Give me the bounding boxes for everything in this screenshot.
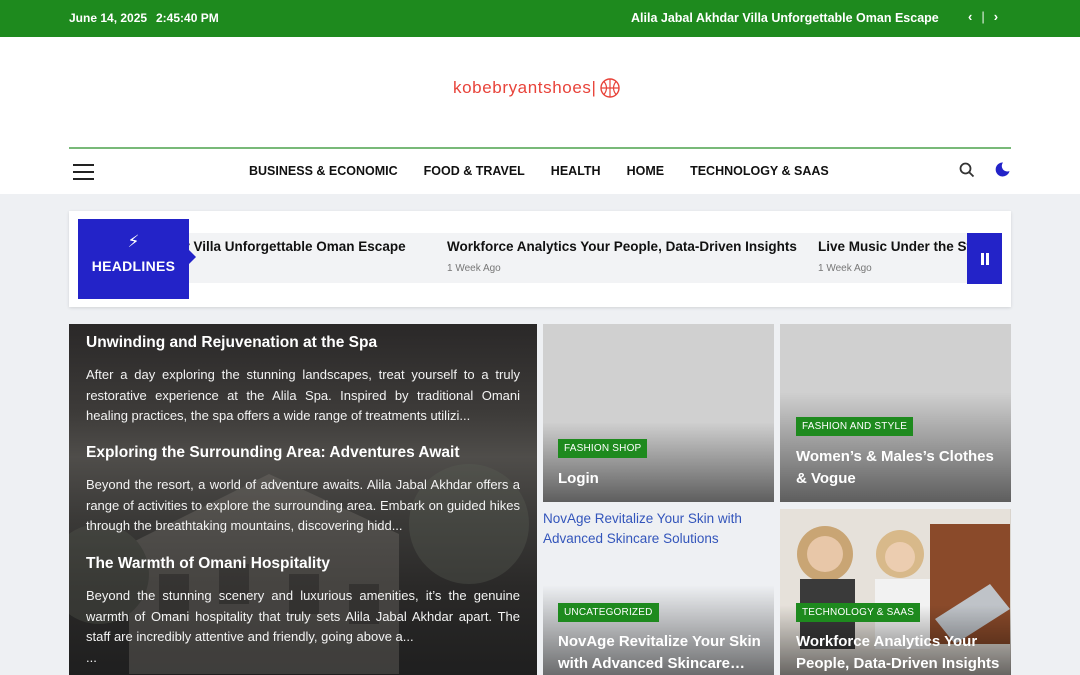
- category-tag[interactable]: UNCATEGORIZED: [558, 603, 659, 622]
- featured-post[interactable]: Unwinding and Rejuvenation at the Spa Af…: [69, 324, 537, 675]
- nav-item-home[interactable]: HOME: [627, 164, 665, 178]
- headlines-ticker: ar Villa Unforgettable Oman Escape Workf…: [69, 211, 1011, 307]
- header-divider: [69, 147, 1011, 149]
- category-tag[interactable]: TECHNOLOGY & SAAS: [796, 603, 921, 622]
- feature-section: Unwinding and Rejuvenation at the Spa Af…: [86, 334, 520, 427]
- current-time: 2:45:40 PM: [156, 11, 219, 25]
- read-more-ellipsis: ...: [86, 649, 97, 665]
- top-ticker-link[interactable]: Alila Jabal Akhdar Villa Unforgettable O…: [631, 11, 939, 25]
- headlines-label: HEADLINES: [91, 258, 176, 274]
- logo-text: kobebryantshoes|: [453, 78, 597, 97]
- post-card[interactable]: FASHION SHOP Login: [543, 324, 774, 502]
- site-header: kobebryantshoes| BUSINESS & ECONOMIC FOO…: [0, 37, 1080, 194]
- category-tag[interactable]: FASHION SHOP: [558, 439, 648, 458]
- section-text: Beyond the resort, a world of adventure …: [86, 477, 520, 533]
- card-title[interactable]: Workforce Analytics Your People, Data-Dr…: [796, 631, 1001, 675]
- category-tag[interactable]: FASHION AND STYLE: [796, 417, 914, 436]
- dark-mode-moon-icon[interactable]: [994, 161, 1011, 178]
- section-text: After a day exploring the stunning lands…: [86, 367, 520, 423]
- card-gradient: [543, 422, 774, 502]
- headline-title[interactable]: Workforce Analytics Your People, Data-Dr…: [447, 239, 797, 254]
- section-heading[interactable]: The Warmth of Omani Hospitality: [86, 555, 520, 573]
- chevron-right-icon[interactable]: ›: [994, 9, 998, 24]
- section-heading[interactable]: Exploring the Surrounding Area: Adventur…: [86, 444, 520, 462]
- headline-age: 1 Week Ago: [818, 263, 872, 274]
- nav-item-food-travel[interactable]: FOOD & TRAVEL: [424, 164, 525, 178]
- section-text: Beyond the stunning scenery and luxuriou…: [86, 588, 520, 644]
- headline-item[interactable]: ar Villa Unforgettable Oman Escape: [189, 239, 406, 254]
- headline-item[interactable]: Workforce Analytics Your People, Data-Dr…: [447, 239, 797, 274]
- post-card[interactable]: TECHNOLOGY & SAAS Workforce Analytics Yo…: [780, 509, 1011, 675]
- pause-icon: [980, 252, 989, 265]
- top-bar: June 14, 2025 2:45:40 PM Alila Jabal Akh…: [0, 0, 1080, 37]
- headlines-badge: ⚡︎ HEADLINES: [78, 219, 196, 299]
- ticker-separator: |: [981, 9, 985, 24]
- site-logo[interactable]: kobebryantshoes|: [453, 78, 620, 98]
- card-title[interactable]: Women’s & Males’s Clothes & Vogue: [796, 446, 1001, 490]
- card-title[interactable]: Login: [558, 468, 763, 490]
- headline-item[interactable]: Live Music Under the Sta 1 Week Ago: [818, 239, 979, 274]
- feature-section: Exploring the Surrounding Area: Adventur…: [86, 444, 520, 537]
- nav-item-technology[interactable]: TECHNOLOGY & SAAS: [690, 164, 829, 178]
- main-nav: BUSINESS & ECONOMIC FOOD & TRAVEL HEALTH…: [249, 164, 829, 178]
- pause-button[interactable]: [967, 233, 1002, 284]
- nav-item-health[interactable]: HEALTH: [551, 164, 601, 178]
- search-icon[interactable]: [959, 162, 975, 178]
- post-card[interactable]: FASHION AND STYLE Women’s & Males’s Clot…: [780, 324, 1011, 502]
- hamburger-menu-icon[interactable]: [73, 164, 94, 180]
- feature-section: The Warmth of Omani Hospitality Beyond t…: [86, 555, 520, 668]
- broken-image-alt-text[interactable]: NovAge Revitalize Your Skin with Advance…: [543, 509, 774, 549]
- section-heading[interactable]: Unwinding and Rejuvenation at the Spa: [86, 334, 520, 352]
- headline-title[interactable]: ar Villa Unforgettable Oman Escape: [189, 239, 406, 254]
- headline-title[interactable]: Live Music Under the Sta: [818, 239, 979, 254]
- current-date: June 14, 2025: [69, 11, 148, 25]
- headlines-track: ar Villa Unforgettable Oman Escape Workf…: [189, 233, 999, 283]
- ticker-nav: ‹ | ›: [968, 9, 998, 24]
- nav-item-business[interactable]: BUSINESS & ECONOMIC: [249, 164, 398, 178]
- lightning-bolt-icon: ⚡︎: [127, 232, 140, 251]
- chevron-left-icon[interactable]: ‹: [968, 9, 972, 24]
- card-title[interactable]: NovAge Revitalize Your Skin with Advance…: [558, 631, 768, 675]
- headline-age: 1 Week Ago: [447, 263, 501, 274]
- post-card[interactable]: NovAge Revitalize Your Skin with Advance…: [543, 509, 774, 675]
- basketball-icon: [599, 78, 620, 98]
